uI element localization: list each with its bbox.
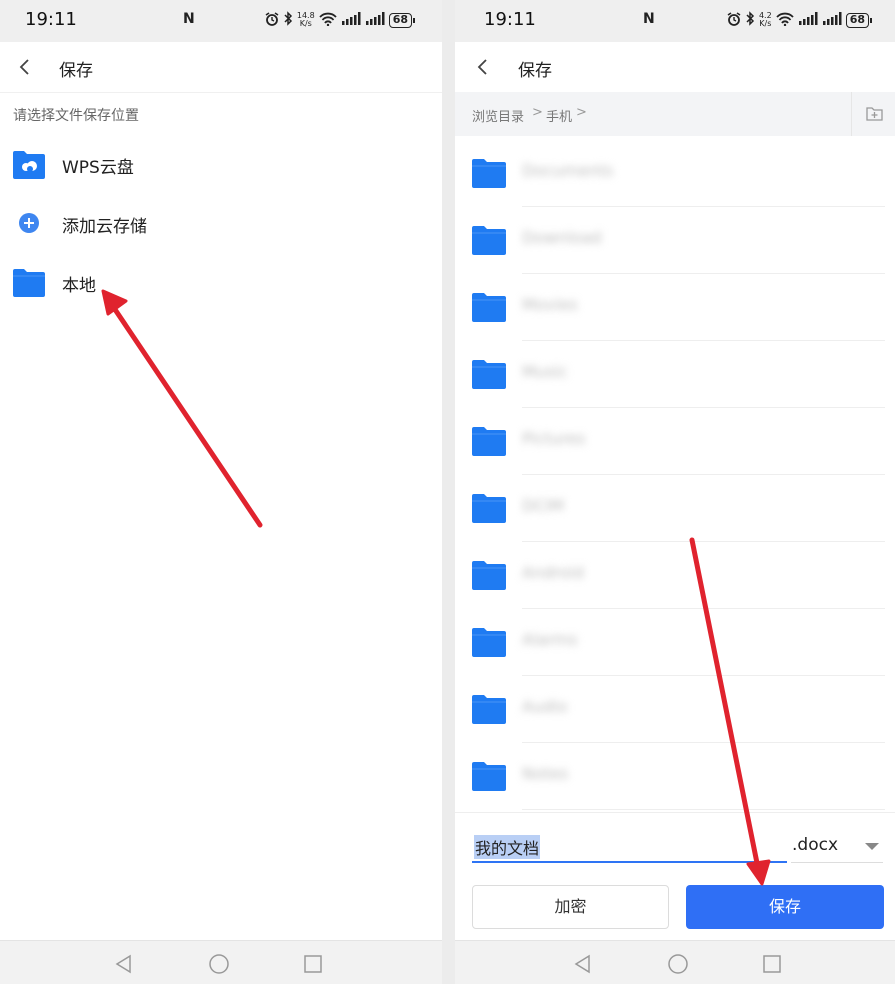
- divider: [522, 809, 885, 810]
- signal-icon-1: [341, 12, 361, 28]
- folder-name: Documents: [522, 161, 614, 180]
- folder-row[interactable]: Android: [455, 542, 895, 609]
- alarm-icon: [727, 11, 741, 29]
- battery-icon: 68: [388, 12, 416, 28]
- folder-name: Audio: [522, 697, 568, 716]
- divider: [0, 92, 442, 93]
- speed-unit: K/s: [759, 19, 772, 28]
- app-bar: 保存: [0, 42, 442, 92]
- cloud-folder-icon: [13, 149, 45, 179]
- location-item-add-cloud[interactable]: 添加云存储: [0, 193, 442, 252]
- status-icons: 4.2 K/s 68: [727, 9, 873, 31]
- page-title: 保存: [59, 61, 93, 81]
- folder-icon: [472, 559, 506, 590]
- status-time: 19:11: [484, 9, 536, 30]
- status-bar: 19:11 N 4.2 K/s 68: [455, 0, 895, 42]
- nav-back-icon[interactable]: [572, 953, 594, 975]
- folder-row[interactable]: Alarms: [455, 609, 895, 676]
- folder-icon: [472, 358, 506, 389]
- folder-name: Pictures: [522, 429, 586, 448]
- extension-select[interactable]: .docx: [791, 831, 883, 863]
- plus-circle-icon: [13, 208, 45, 238]
- folder-icon: [13, 267, 45, 297]
- folder-name: Alarms: [522, 630, 578, 649]
- network-speed: 4.2 K/s: [759, 12, 772, 28]
- folder-name: Notes: [522, 764, 569, 783]
- folder-row[interactable]: Notes: [455, 743, 895, 810]
- folder-row[interactable]: Documents: [455, 140, 895, 207]
- breadcrumb-separator: >: [532, 105, 543, 120]
- extension-value: .docx: [792, 835, 839, 855]
- page-title: 保存: [518, 61, 552, 81]
- encrypt-button[interactable]: 加密: [472, 885, 669, 929]
- folder-row[interactable]: Download: [455, 207, 895, 274]
- bluetooth-icon: [745, 11, 755, 29]
- folder-icon: [472, 157, 506, 188]
- breadcrumb-phone[interactable]: 手机: [546, 106, 572, 125]
- nfc-icon: N: [183, 11, 195, 27]
- speed-unit: K/s: [299, 19, 312, 28]
- alarm-icon: [265, 11, 279, 29]
- right-screen: 19:11 N 4.2 K/s 68 保存 浏览目录 > 手机 > Documen…: [455, 0, 895, 984]
- left-screen: 19:11 N 14.8 K/s 68 保存 请选择文件保存位置 WPS云盘 添加…: [0, 0, 442, 984]
- signal-icon-2: [822, 12, 842, 28]
- folder-icon: [472, 492, 506, 523]
- wifi-icon: [319, 12, 337, 29]
- location-hint: 请选择文件保存位置: [13, 108, 139, 124]
- folder-icon: [472, 626, 506, 657]
- folder-name: Movies: [522, 295, 578, 314]
- folder-row[interactable]: Movies: [455, 274, 895, 341]
- folder-icon: [472, 291, 506, 322]
- status-bar: 19:11 N 14.8 K/s 68: [0, 0, 442, 42]
- folder-row[interactable]: Audio: [455, 676, 895, 743]
- folder-name: Music: [522, 362, 568, 381]
- signal-icon-1: [798, 12, 818, 28]
- folder-row[interactable]: Music: [455, 341, 895, 408]
- location-label: 添加云存储: [62, 217, 147, 237]
- folder-name: Download: [522, 228, 602, 247]
- chevron-left-icon[interactable]: [472, 54, 496, 80]
- folder-row[interactable]: Pictures: [455, 408, 895, 475]
- new-folder-button[interactable]: [851, 92, 895, 136]
- system-nav-bar: [455, 940, 895, 984]
- nav-back-icon[interactable]: [113, 953, 135, 975]
- location-label: 本地: [62, 276, 96, 296]
- system-nav-bar: [0, 940, 442, 984]
- breadcrumb-separator: >: [576, 105, 587, 120]
- folder-icon: [472, 425, 506, 456]
- save-panel: 我的文档 .docx 加密 保存: [455, 812, 895, 940]
- nav-home-icon[interactable]: [667, 953, 689, 975]
- nav-home-icon[interactable]: [208, 953, 230, 975]
- location-item-wps-cloud[interactable]: WPS云盘: [0, 134, 442, 193]
- breadcrumb-browse[interactable]: 浏览目录: [472, 106, 524, 125]
- nfc-icon: N: [643, 11, 655, 27]
- folder-icon: [472, 693, 506, 724]
- chevron-down-icon: [865, 843, 879, 850]
- status-time: 19:11: [25, 9, 77, 30]
- chevron-left-icon[interactable]: [14, 54, 38, 80]
- location-item-local[interactable]: 本地: [0, 252, 442, 311]
- folder-row[interactable]: DCIM: [455, 475, 895, 542]
- file-name-field[interactable]: 我的文档: [472, 831, 787, 863]
- file-name-value: 我的文档: [474, 835, 541, 859]
- bluetooth-icon: [283, 11, 293, 29]
- nav-recents-icon[interactable]: [302, 953, 324, 975]
- breadcrumb: 浏览目录 > 手机 >: [455, 92, 895, 136]
- nav-recents-icon[interactable]: [761, 953, 783, 975]
- network-speed: 14.8 K/s: [297, 12, 315, 28]
- battery-icon: 68: [845, 12, 873, 28]
- new-folder-icon: [866, 107, 883, 121]
- folder-name: DCIM: [522, 496, 565, 515]
- app-bar: 保存: [455, 42, 895, 92]
- status-icons: 14.8 K/s 68: [265, 9, 416, 31]
- wifi-icon: [776, 12, 794, 29]
- signal-icon-2: [365, 12, 385, 28]
- folder-name: Android: [522, 563, 584, 582]
- folder-icon: [472, 760, 506, 791]
- save-button[interactable]: 保存: [686, 885, 884, 929]
- folder-icon: [472, 224, 506, 255]
- location-label: WPS云盘: [62, 158, 134, 178]
